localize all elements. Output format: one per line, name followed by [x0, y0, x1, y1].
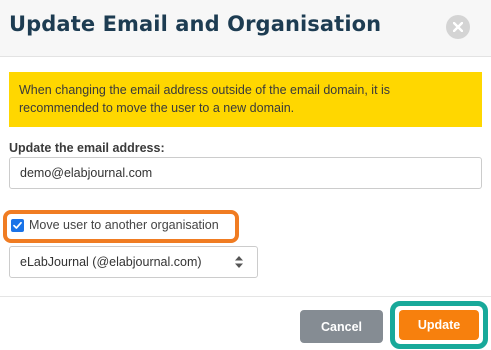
move-user-highlight: Move user to another organisation: [3, 210, 239, 243]
email-field-label: Update the email address:: [9, 141, 165, 155]
update-button-highlight: Update: [390, 301, 488, 349]
move-user-label[interactable]: Move user to another organisation: [29, 218, 219, 232]
close-button[interactable]: [446, 15, 470, 39]
email-field[interactable]: [9, 157, 482, 189]
update-email-dialog: Update Email and Organisation When chang…: [0, 0, 491, 350]
cancel-button[interactable]: Cancel: [300, 310, 383, 343]
warning-alert: When changing the email address outside …: [9, 72, 482, 127]
move-user-checkbox[interactable]: [11, 219, 24, 232]
organisation-select[interactable]: eLabJournal (@elabjournal.com): [9, 246, 258, 278]
sort-arrows-icon: [235, 256, 243, 268]
close-icon: [453, 22, 463, 32]
dialog-title: Update Email and Organisation: [9, 12, 382, 36]
dialog-header: Update Email and Organisation: [0, 0, 491, 57]
footer-divider: [0, 296, 491, 297]
checkmark-icon: [13, 221, 22, 229]
update-button[interactable]: Update: [399, 310, 479, 340]
organisation-select-value: eLabJournal (@elabjournal.com): [20, 255, 202, 269]
